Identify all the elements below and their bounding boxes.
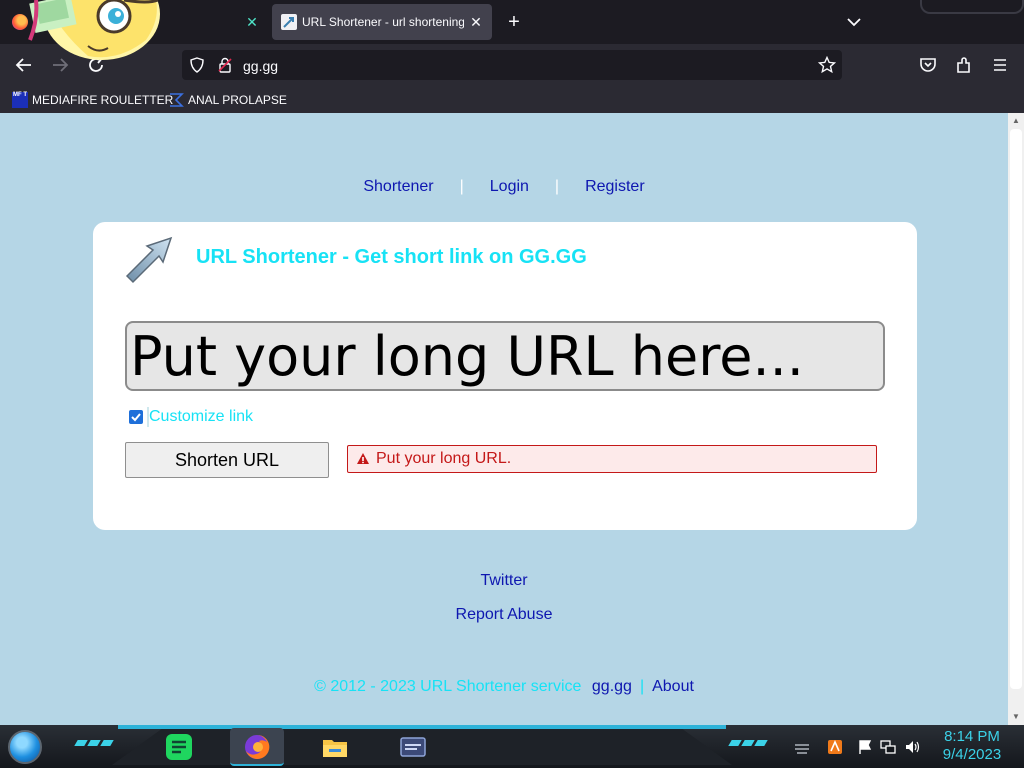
nav-link-register[interactable]: Register (585, 178, 645, 195)
clock-time: 8:14 PM (944, 728, 1000, 745)
bookmark-second[interactable]: ANAL PROLAPSE (168, 91, 287, 109)
volume-icon[interactable] (904, 739, 920, 755)
folder-icon (321, 733, 349, 761)
tray-overflow-icon[interactable] (794, 739, 810, 755)
twitter-link[interactable]: Twitter (480, 572, 527, 589)
sigma-icon (168, 92, 184, 108)
taskbar-app-notes[interactable] (152, 728, 206, 766)
tray-app-icon[interactable] (827, 739, 843, 755)
taskbar-deco-dots (728, 740, 768, 746)
scroll-down-arrow-icon[interactable]: ▼ (1012, 713, 1020, 721)
report-abuse-row: Report Abuse (0, 606, 1008, 624)
warning-icon (356, 452, 370, 466)
mediafire-icon: MF T (12, 92, 28, 108)
scrollbar-thumb[interactable] (1010, 129, 1022, 689)
copyright-footer: © 2012 - 2023 URL Shortener service gg.g… (0, 678, 1008, 696)
tab-close-button[interactable]: ✕ (468, 14, 484, 30)
tab-close-button[interactable]: ✕ (244, 14, 260, 30)
customize-link-label[interactable]: Customize link (149, 408, 253, 426)
nav-separator: | (459, 178, 464, 195)
bookmark-star-icon[interactable] (817, 55, 837, 74)
firefox-icon (243, 733, 271, 761)
report-abuse-link[interactable]: Report Abuse (456, 606, 553, 623)
window-frame-decoration (920, 0, 1024, 14)
about-link[interactable]: About (652, 678, 694, 695)
long-url-input[interactable] (125, 321, 885, 391)
network-icon[interactable] (880, 739, 896, 755)
shorten-url-button[interactable]: Shorten URL (125, 442, 329, 478)
address-bar[interactable]: gg.gg (182, 50, 842, 80)
app-window-icon (399, 733, 427, 761)
chevron-down-icon[interactable] (844, 12, 864, 32)
bookmarks-toolbar: MF T MEDIAFIRE ROULETTER ANAL PROLAPSE (0, 86, 1024, 113)
scroll-up-arrow-icon[interactable]: ▲ (1012, 117, 1020, 125)
nav-separator: | (554, 178, 560, 195)
shortener-card: URL Shortener - Get short link on GG.GG … (93, 222, 917, 530)
start-button[interactable] (8, 730, 42, 764)
notes-app-icon (165, 733, 193, 761)
footer-separator: | (639, 678, 645, 695)
twitter-row: Twitter (0, 572, 1008, 590)
bookmark-label: ANAL PROLAPSE (188, 93, 287, 107)
customize-link-row: Customize link (129, 407, 253, 427)
bookmark-mediafire[interactable]: MF T MEDIAFIRE ROULETTER (12, 91, 173, 109)
system-clock[interactable]: 8:14 PM 9/4/2023 (930, 728, 1014, 764)
cartoon-sticker (28, 0, 164, 60)
clock-date: 9/4/2023 (942, 746, 1002, 763)
top-navigation: Shortener | Login | Register (0, 178, 1008, 196)
site-home-link[interactable]: gg.gg (592, 678, 632, 695)
extensions-icon[interactable] (954, 55, 974, 75)
copyright-text: © 2012 - 2023 URL Shortener service (314, 678, 582, 695)
page-scrollbar[interactable]: ▲ ▼ (1008, 113, 1024, 725)
customize-link-checkbox[interactable] (129, 410, 143, 424)
url-text: gg.gg (243, 58, 279, 74)
tab-active[interactable]: URL Shortener - url shortening service ✕ (272, 4, 492, 40)
shield-icon[interactable] (189, 57, 205, 73)
pocket-icon[interactable] (918, 55, 938, 75)
nav-link-shortener[interactable]: Shortener (363, 178, 433, 195)
taskbar-app-firefox[interactable] (230, 728, 284, 766)
error-text: Put your long URL. (376, 450, 512, 467)
site-favicon-icon (281, 14, 297, 30)
error-message: Put your long URL. (347, 445, 877, 473)
menu-icon[interactable] (990, 55, 1010, 75)
taskbar-app-file-explorer[interactable] (308, 728, 362, 766)
taskbar-app-window[interactable] (386, 728, 440, 766)
firefox-icon (12, 14, 28, 30)
tab-title: URL Shortener - url shortening service (302, 15, 464, 29)
taskbar: 8:14 PM 9/4/2023 (0, 725, 1024, 768)
bookmark-label: MEDIAFIRE ROULETTER (32, 93, 174, 107)
card-title: URL Shortener - Get short link on GG.GG (196, 246, 587, 268)
new-tab-button[interactable]: + (504, 12, 524, 32)
arrow-logo-icon (123, 236, 175, 284)
lock-icon[interactable] (217, 57, 233, 73)
taskbar-deco-dots (74, 740, 114, 746)
flag-icon[interactable] (857, 739, 873, 755)
web-page: Shortener | Login | Register URL Shortener -… (0, 113, 1008, 725)
nav-link-login[interactable]: Login (490, 178, 529, 195)
